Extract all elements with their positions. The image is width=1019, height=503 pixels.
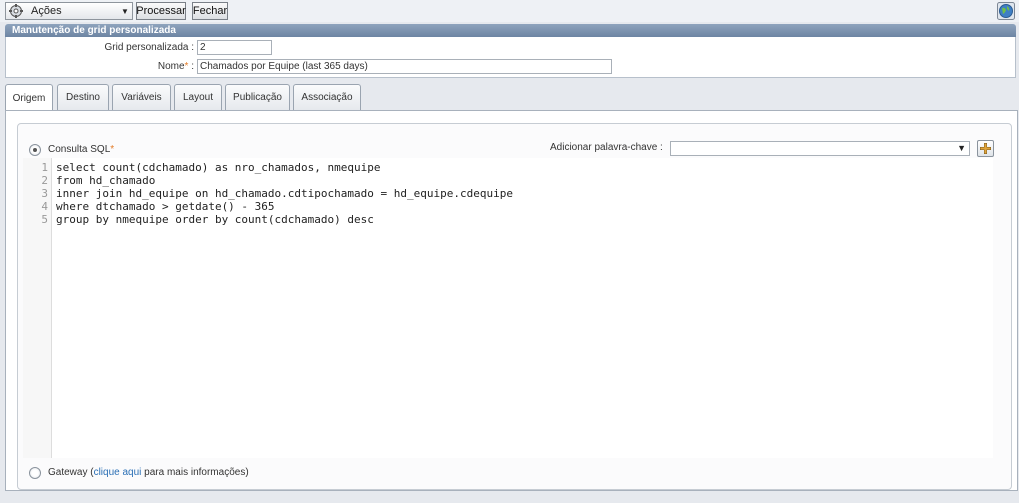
gateway-label-text: Gateway bbox=[48, 467, 88, 478]
tab-origem[interactable]: Origem bbox=[5, 84, 53, 111]
gateway-suffix: para mais informações) bbox=[141, 467, 249, 478]
close-button[interactable]: Fechar bbox=[192, 2, 228, 20]
sql-label-text: Consulta SQL bbox=[48, 144, 111, 155]
grid-label: Grid personalizada : bbox=[104, 42, 195, 53]
code-text: from hd_chamado bbox=[56, 174, 156, 187]
gateway-info-link[interactable]: clique aqui bbox=[94, 467, 142, 478]
tab-destino[interactable]: Destino bbox=[57, 84, 109, 110]
sql-radio[interactable] bbox=[29, 144, 41, 156]
globe-icon[interactable] bbox=[997, 2, 1015, 20]
name-label-text: Nome bbox=[157, 61, 185, 72]
panel-title: Manutenção de grid personalizada bbox=[5, 24, 1016, 37]
keyword-select[interactable]: ▼ bbox=[670, 141, 970, 156]
add-keyword-button[interactable] bbox=[977, 140, 994, 157]
gateway-label: Gateway (clique aqui para mais informaçõ… bbox=[48, 467, 249, 478]
process-button[interactable]: Processar bbox=[136, 2, 186, 20]
code-line: 3 inner join hd_equipe on hd_chamado.cdti… bbox=[23, 187, 993, 200]
code-text: inner join hd_equipe on hd_chamado.cdtip… bbox=[56, 187, 513, 200]
line-number: 3 bbox=[41, 187, 48, 200]
code-text: group by nmequipe order by count(cdchama… bbox=[56, 213, 374, 226]
sql-required-mark: * bbox=[110, 144, 115, 155]
keyword-label: Adicionar palavra-chave : bbox=[550, 142, 663, 153]
code-line: 5 group by nmequipe order by count(cdcham… bbox=[23, 213, 993, 226]
code-lines: 1 select count(cdchamado) as nro_chamados… bbox=[23, 161, 993, 226]
origin-panel: Consulta SQL* Adicionar palavra-chave : … bbox=[17, 123, 1012, 490]
tab-publicacao[interactable]: Publicação bbox=[225, 84, 290, 110]
panel-body: Grid personalizada : 2 Nome* : Chamados … bbox=[5, 37, 1016, 78]
tab-content: Consulta SQL* Adicionar palavra-chave : … bbox=[5, 110, 1018, 491]
chevron-down-icon: ▼ bbox=[957, 143, 966, 153]
name-label-colon: : bbox=[188, 61, 194, 72]
chevron-down-icon: ▼ bbox=[121, 6, 129, 16]
tab-variaveis[interactable]: Variáveis bbox=[112, 84, 171, 110]
code-line: 2 from hd_chamado bbox=[23, 174, 993, 187]
actions-select-label: Ações bbox=[31, 5, 62, 17]
code-line: 1 select count(cdchamado) as nro_chamados… bbox=[23, 161, 993, 174]
tab-layout[interactable]: Layout bbox=[174, 84, 222, 110]
line-number: 2 bbox=[41, 174, 48, 187]
plus-icon bbox=[980, 143, 991, 154]
name-input[interactable]: Chamados por Equipe (last 365 days) bbox=[197, 59, 612, 74]
code-text: select count(cdchamado) as nro_chamados,… bbox=[56, 161, 381, 174]
line-number: 5 bbox=[41, 213, 48, 226]
name-label: Nome* : bbox=[66, 61, 194, 72]
sql-label: Consulta SQL* bbox=[48, 144, 114, 155]
code-text: where dtchamado > getdate() - 365 bbox=[56, 200, 275, 213]
tab-associacao[interactable]: Associação bbox=[293, 84, 361, 110]
sql-editor[interactable]: 1 select count(cdchamado) as nro_chamados… bbox=[23, 158, 993, 458]
gateway-radio[interactable] bbox=[29, 467, 41, 479]
line-number: 1 bbox=[41, 161, 48, 174]
actions-select[interactable]: Ações ▼ bbox=[5, 2, 133, 20]
toolbar: Ações ▼ Processar Fechar bbox=[0, 0, 1019, 22]
gear-icon bbox=[9, 4, 23, 18]
grid-input[interactable]: 2 bbox=[197, 40, 272, 55]
code-line: 4 where dtchamado > getdate() - 365 bbox=[23, 200, 993, 213]
line-number: 4 bbox=[41, 200, 48, 213]
